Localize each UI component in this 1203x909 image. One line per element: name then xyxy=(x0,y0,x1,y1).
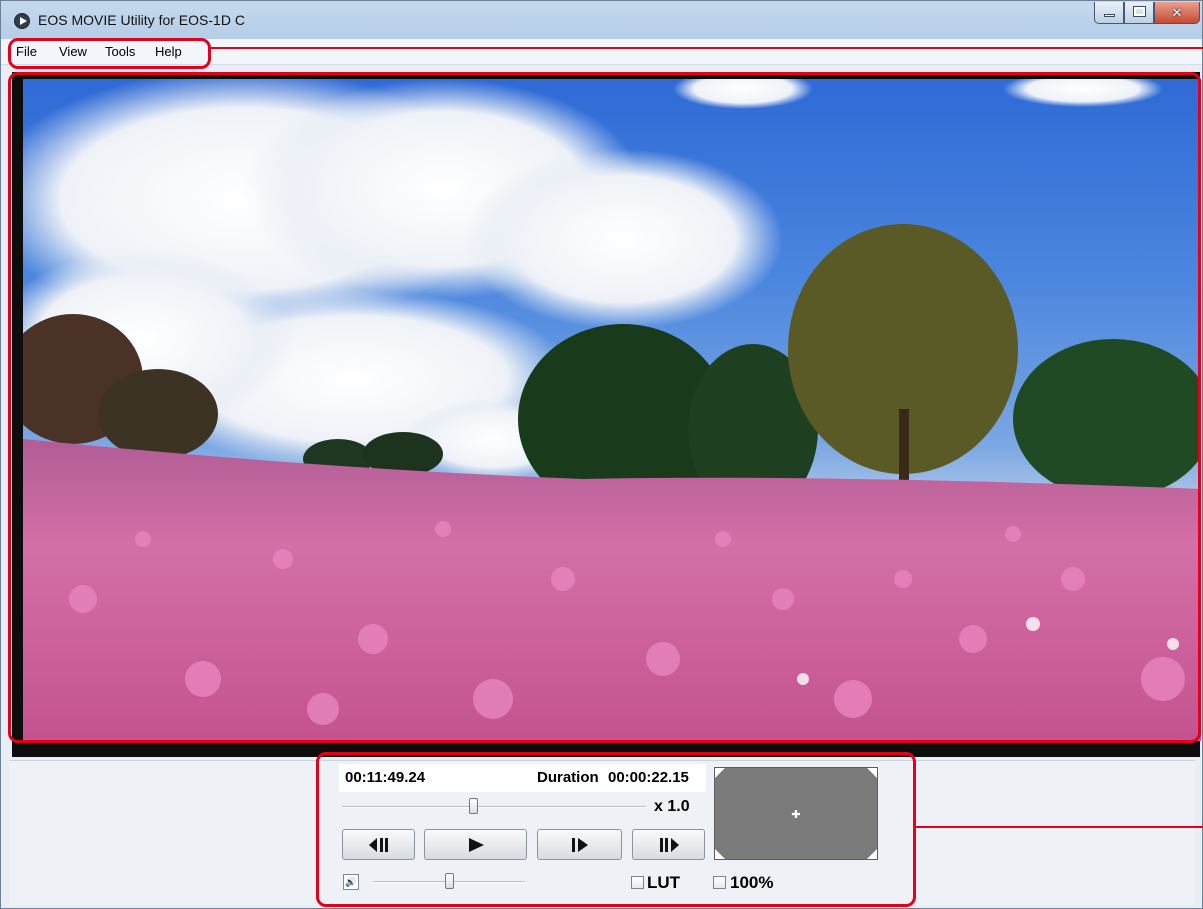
menu-tools[interactable]: Tools xyxy=(105,44,135,59)
lut-checkbox[interactable] xyxy=(631,876,644,889)
minimize-icon xyxy=(1104,14,1115,17)
end-frame-button[interactable] xyxy=(632,829,705,860)
play-circle-icon xyxy=(14,13,30,29)
previous-frame-button[interactable] xyxy=(342,829,415,860)
menu-callout-line xyxy=(211,47,1203,49)
window-controls: ✕ xyxy=(1094,2,1200,24)
menu-bar: File View Tools Help xyxy=(1,39,1202,65)
time-display: 00:11:49.24 Duration 00:00:22.15 xyxy=(339,764,706,792)
menu-help[interactable]: Help xyxy=(155,44,182,59)
video-preview[interactable] xyxy=(23,79,1201,741)
step-forward-icon xyxy=(571,837,588,852)
video-frame-image xyxy=(23,79,1201,741)
position-slider-thumb[interactable] xyxy=(468,798,478,814)
close-icon: ✕ xyxy=(1171,5,1183,20)
maximize-button[interactable] xyxy=(1124,2,1154,24)
next-frame-button[interactable] xyxy=(537,829,622,860)
duration-value: 00:00:22.15 xyxy=(608,769,689,786)
play-icon xyxy=(468,837,484,852)
corner-marker xyxy=(867,768,877,778)
frame-forward-icon xyxy=(659,837,679,852)
playback-speed: x 1.0 xyxy=(654,798,690,815)
zoom-100-label: 100% xyxy=(730,873,774,892)
window-title: EOS MOVIE Utility for EOS-1D C xyxy=(38,12,245,28)
corner-marker xyxy=(715,849,725,859)
current-timecode: 00:11:49.24 xyxy=(345,769,426,786)
maximize-icon xyxy=(1134,7,1145,16)
speaker-icon[interactable]: 🔊 xyxy=(343,874,359,890)
step-back-icon xyxy=(368,837,388,852)
playback-controls: 00:11:49.24 Duration 00:00:22.15 x 1.0 🔊… xyxy=(316,752,916,907)
lut-label: LUT xyxy=(647,873,681,892)
zoom-100-checkbox[interactable] xyxy=(713,876,726,889)
close-button[interactable]: ✕ xyxy=(1154,2,1200,24)
menu-file[interactable]: File xyxy=(16,44,37,59)
title-bar[interactable]: EOS MOVIE Utility for EOS-1D C ✕ xyxy=(1,1,1202,39)
minimize-button[interactable] xyxy=(1094,2,1124,24)
crosshair-icon: ✚ xyxy=(791,809,801,821)
corner-marker xyxy=(867,849,877,859)
duration-label: Duration xyxy=(537,769,599,786)
position-slider-track[interactable] xyxy=(342,806,646,808)
navigator-preview[interactable]: ✚ xyxy=(714,767,878,860)
corner-marker xyxy=(715,768,725,778)
volume-slider-thumb[interactable] xyxy=(445,873,454,889)
play-button[interactable] xyxy=(424,829,527,860)
menu-view[interactable]: View xyxy=(59,44,87,59)
controls-callout-line xyxy=(916,826,1203,828)
